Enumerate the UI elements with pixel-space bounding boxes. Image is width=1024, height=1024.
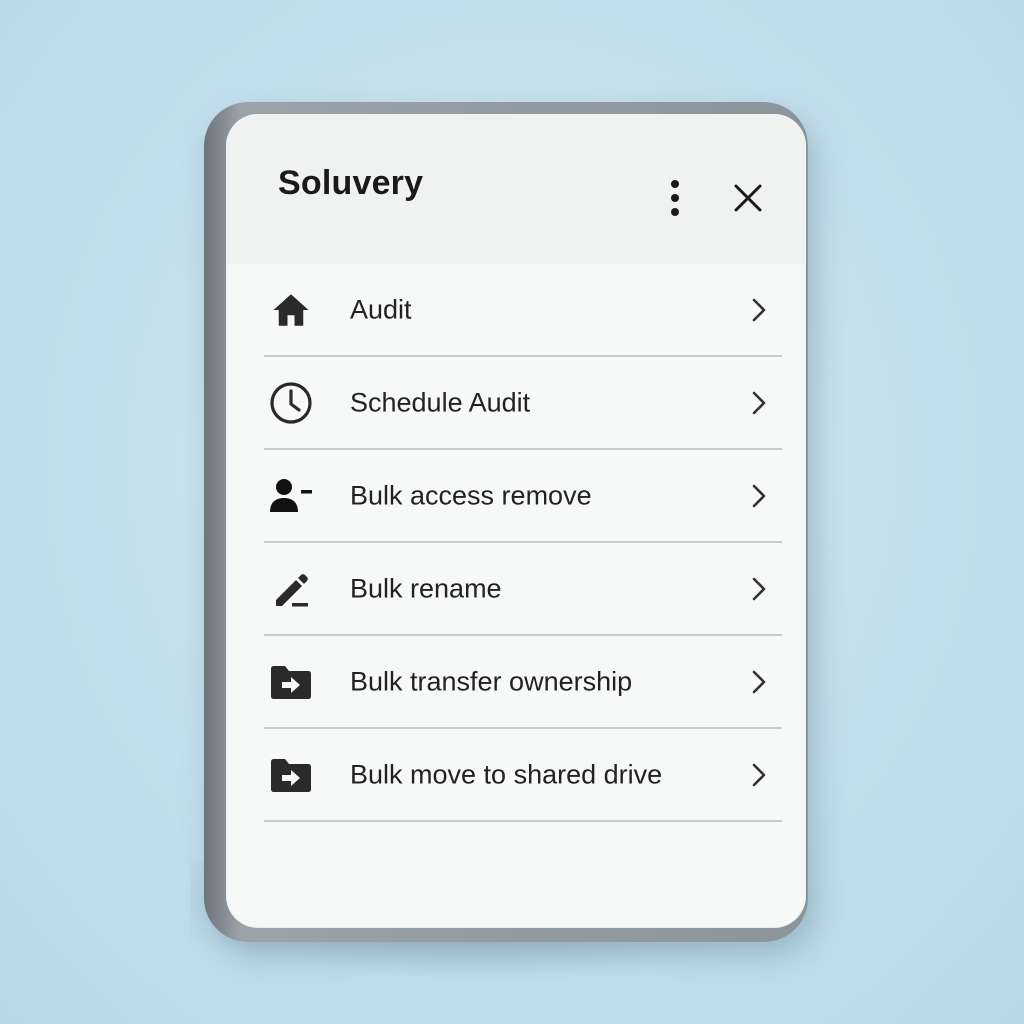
chevron-right-icon: [746, 483, 772, 509]
menu-item-label: Bulk transfer ownership: [350, 666, 633, 696]
menu-item-schedule-audit[interactable]: Schedule Audit: [264, 357, 782, 450]
app-window: Soluvery Audit Schedule Audit Bulk acces…: [226, 114, 806, 928]
menu-list: Audit Schedule Audit Bulk access remove …: [264, 264, 782, 822]
chevron-right-icon: [746, 390, 772, 416]
menu-item-label: Schedule Audit: [350, 387, 531, 417]
more-options-button[interactable]: [660, 176, 690, 220]
close-icon: [734, 184, 762, 212]
person-remove-icon: [268, 473, 314, 519]
close-button[interactable]: [726, 176, 770, 220]
chevron-right-icon: [746, 762, 772, 788]
pencil-icon: [268, 566, 314, 612]
more-vertical-icon: [671, 180, 679, 216]
menu-item-bulk-transfer-ownership[interactable]: Bulk transfer ownership: [264, 636, 782, 729]
folder-arrow-icon: [268, 659, 314, 705]
menu-item-audit[interactable]: Audit: [264, 264, 782, 357]
menu-item-label: Bulk rename: [350, 573, 502, 603]
folder-arrow-icon: [268, 752, 314, 798]
clock-icon: [268, 380, 314, 426]
app-title: Soluvery: [278, 164, 424, 202]
menu-item-label: Bulk access remove: [350, 480, 592, 510]
chevron-right-icon: [746, 576, 772, 602]
chevron-right-icon: [746, 297, 772, 323]
menu-item-label: Bulk move to shared drive: [350, 759, 663, 789]
menu-item-bulk-rename[interactable]: Bulk rename: [264, 543, 782, 636]
chevron-right-icon: [746, 669, 772, 695]
menu-item-bulk-access-remove[interactable]: Bulk access remove: [264, 450, 782, 543]
menu-item-bulk-move-to-shared-drive[interactable]: Bulk move to shared drive: [264, 729, 782, 822]
home-icon: [268, 287, 314, 333]
app-header: Soluvery: [226, 114, 806, 264]
menu-item-label: Audit: [350, 294, 412, 324]
